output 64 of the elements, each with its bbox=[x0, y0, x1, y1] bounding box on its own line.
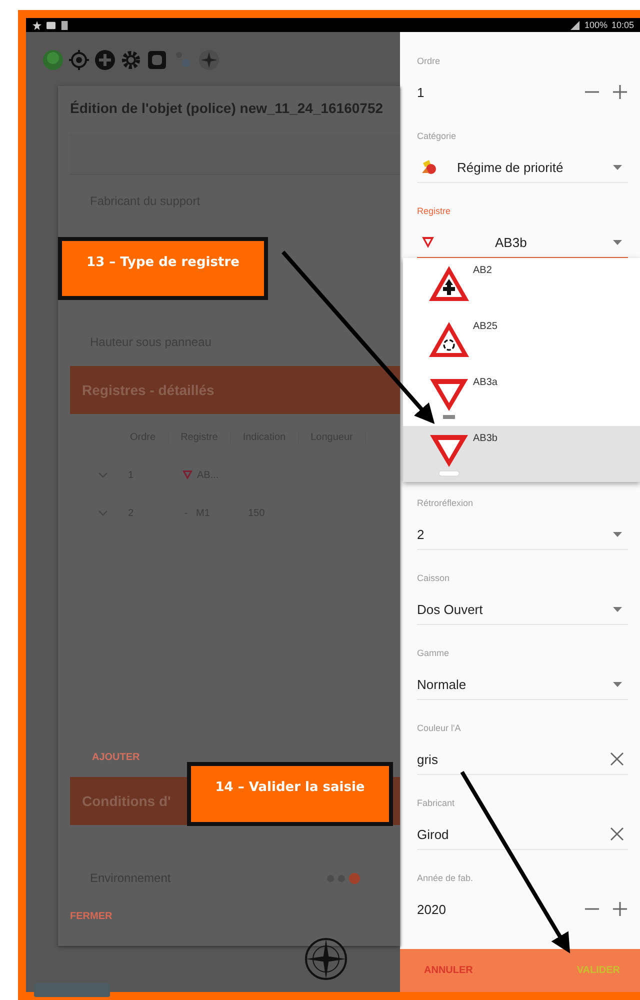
image-icon bbox=[46, 20, 56, 30]
compass-rose-drawing bbox=[304, 937, 348, 981]
target-icon[interactable] bbox=[68, 49, 90, 71]
level-dot[interactable] bbox=[349, 872, 360, 884]
close-icon[interactable] bbox=[610, 752, 624, 766]
plus-icon[interactable] bbox=[612, 84, 628, 100]
value-text: 1 bbox=[417, 84, 426, 100]
category-icon bbox=[421, 159, 437, 175]
chevron-icon[interactable] bbox=[98, 510, 108, 516]
value-text: Régime de priorité bbox=[457, 160, 564, 174]
caret-icon bbox=[613, 682, 622, 686]
value-text: AB3b bbox=[495, 234, 528, 250]
dropdown-option[interactable]: AB3a bbox=[403, 370, 640, 426]
field-label: Gamme bbox=[417, 647, 450, 659]
star-icon bbox=[32, 20, 42, 30]
plus-icon[interactable] bbox=[612, 901, 628, 917]
caret-icon bbox=[613, 240, 622, 244]
caret-icon bbox=[613, 606, 622, 612]
field-label: Fabricant bbox=[417, 797, 455, 809]
close-icon[interactable] bbox=[610, 827, 624, 841]
field-label: Caisson bbox=[417, 572, 450, 584]
settings-icon[interactable] bbox=[120, 49, 142, 71]
callout-label: 13 – Type de registre bbox=[58, 237, 268, 300]
square-icon[interactable] bbox=[146, 49, 168, 71]
caret-icon bbox=[613, 532, 622, 536]
option-label: AB25 bbox=[473, 321, 498, 332]
field-label: Catégorie bbox=[417, 130, 456, 142]
dropdown-field[interactable]: Dos Ouvert bbox=[417, 594, 628, 625]
signal-icon bbox=[570, 20, 580, 30]
value-text: 2020 bbox=[417, 902, 447, 916]
field-label: Année de fab. bbox=[417, 872, 474, 884]
dropdown-option[interactable]: AB25 bbox=[403, 314, 640, 370]
field-label: Registre bbox=[417, 205, 451, 217]
value-text: 2 bbox=[417, 526, 426, 542]
input-field[interactable]: gris bbox=[417, 744, 628, 775]
input-field[interactable]: Girod bbox=[417, 819, 628, 850]
compass-icon[interactable] bbox=[198, 49, 220, 71]
chevron-icon[interactable] bbox=[98, 472, 108, 478]
dropdown-field[interactable]: 2 bbox=[417, 519, 628, 550]
option-label: AB3a bbox=[473, 377, 498, 388]
yield-sign-icon bbox=[421, 236, 435, 248]
value-text: Normale bbox=[417, 676, 468, 692]
add-icon[interactable] bbox=[94, 49, 116, 71]
dropdown-option[interactable]: AB3b bbox=[403, 426, 640, 482]
dropdown-field[interactable]: Normale bbox=[417, 669, 628, 700]
value-text: gris bbox=[417, 752, 439, 766]
notification-icon bbox=[60, 20, 70, 30]
value-text: Dos Ouvert bbox=[417, 602, 484, 616]
field-label: Rétroréflexion bbox=[417, 497, 474, 509]
caret-icon bbox=[613, 164, 622, 170]
dropdown-option[interactable]: AB2 bbox=[403, 258, 640, 314]
battery-level: 100% bbox=[584, 20, 608, 30]
option-label: AB3b bbox=[473, 433, 498, 444]
value-text: Girod bbox=[417, 826, 450, 842]
dialog-title: Édition de l'objet (police) new_11_24_16160752 bbox=[70, 100, 384, 116]
status-dot-icon[interactable] bbox=[42, 49, 64, 71]
triangle-icon bbox=[182, 470, 193, 480]
callout-label: 14 – Valider la saisie bbox=[187, 762, 393, 826]
dash-mark: - bbox=[183, 508, 189, 518]
dropdown-field[interactable]: Régime de priorité bbox=[417, 152, 628, 183]
field-label: Couleur l'A bbox=[417, 722, 461, 734]
field-label: Ordre bbox=[417, 55, 440, 67]
clock: 10:05 bbox=[611, 20, 634, 30]
option-label: AB2 bbox=[473, 265, 492, 276]
